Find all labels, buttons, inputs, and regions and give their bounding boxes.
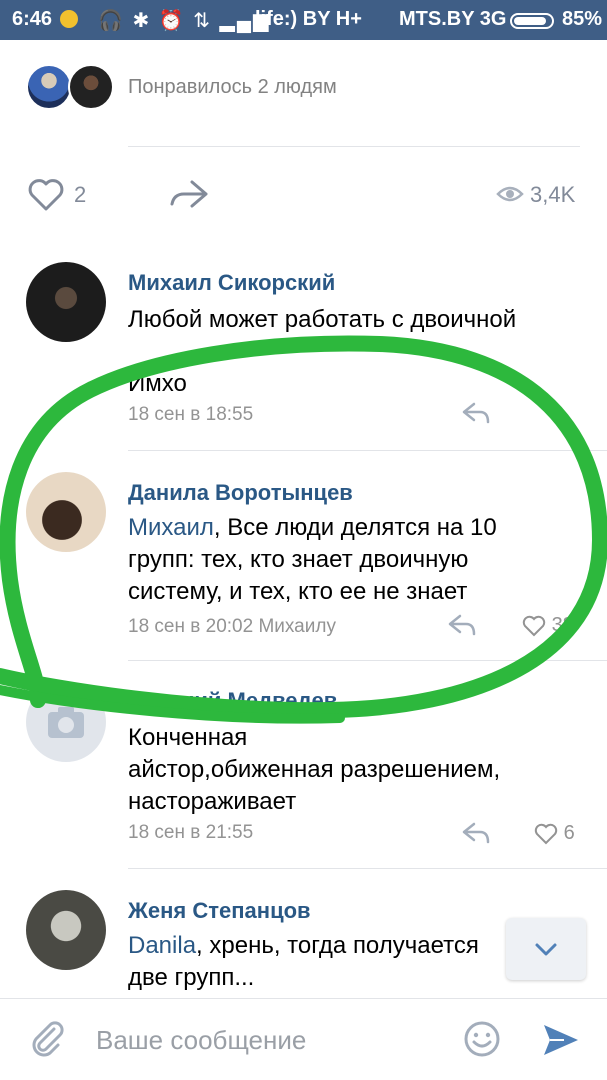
comment-text: Danila, хрень, тогда получается две груп…: [128, 932, 479, 991]
send-icon[interactable]: [540, 1021, 582, 1064]
reply-icon[interactable]: [462, 400, 490, 430]
attach-icon[interactable]: [28, 1019, 68, 1064]
comment-meta: 18 сен в 18:55: [128, 404, 254, 425]
comment-text: Любой может работать с двоичной Имхо: [128, 306, 517, 397]
liker-avatar[interactable]: [68, 64, 114, 110]
likes-summary[interactable]: Понравилось 2 людям: [128, 76, 337, 99]
comment-meta: 18 сен в 20:02 Михаилу: [128, 616, 336, 637]
carrier-2: MTS.BY 3G: [399, 8, 507, 30]
reply-icon[interactable]: [462, 820, 490, 850]
message-input[interactable]: Ваше сообщение: [96, 1025, 306, 1056]
camera-icon: [48, 707, 84, 738]
emoji-icon[interactable]: [462, 1019, 502, 1064]
divider: [128, 660, 607, 661]
carrier-1: life:) BY H+: [255, 8, 362, 30]
status-time: 6:46: [12, 8, 53, 30]
comment-meta: 18 сен в 21:55: [128, 822, 254, 843]
message-composer: Ваше сообщение: [0, 998, 607, 1080]
heart-icon[interactable]: [26, 176, 66, 218]
comment-author[interactable]: Женя Степанцов: [128, 898, 311, 924]
comment-author[interactable]: Михаил Сикорский: [128, 270, 335, 296]
comment-like-button[interactable]: 6: [534, 822, 575, 845]
status-icons: 🎧 ✱ ⏰ ⇅ ▂▄▆: [98, 10, 271, 32]
comment-author[interactable]: Антоний Медведев: [128, 688, 337, 714]
divider: [128, 868, 607, 869]
comment-avatar[interactable]: [26, 472, 106, 552]
status-bar: 6:46 🎧 ✱ ⏰ ⇅ ▂▄▆ life:) BY H+ MTS.BY 3G …: [0, 0, 607, 40]
comment-avatar[interactable]: [26, 682, 106, 762]
view-count: 3,4K: [530, 182, 576, 207]
comment-text: Михаил, Все люди делятся на 10 групп: те…: [128, 514, 497, 605]
warning-icon: [60, 10, 78, 28]
mention-link[interactable]: Danila: [128, 932, 196, 959]
scroll-down-button[interactable]: [506, 918, 586, 980]
liker-avatar[interactable]: [26, 64, 72, 110]
comment-text: Конченная айстор,обиженная разрешением, …: [128, 724, 501, 815]
comment-author[interactable]: Данила Воротынцев: [128, 480, 353, 506]
mention-link[interactable]: Михаил: [128, 514, 214, 541]
eye-icon: [496, 184, 524, 210]
battery-percent: 85%: [562, 8, 603, 30]
comment-like-count: 38: [551, 614, 574, 636]
share-icon[interactable]: [168, 176, 210, 218]
comment-like-count: 6: [563, 822, 575, 844]
reply-icon[interactable]: [448, 612, 476, 642]
comment-avatar[interactable]: [26, 890, 106, 970]
comment-avatar[interactable]: [26, 262, 106, 342]
battery-icon: [510, 13, 554, 29]
comment-like-button[interactable]: 38: [522, 614, 574, 637]
divider: [128, 146, 580, 147]
divider: [128, 450, 607, 451]
like-count: 2: [74, 182, 87, 207]
chevron-down-icon: [535, 943, 557, 956]
